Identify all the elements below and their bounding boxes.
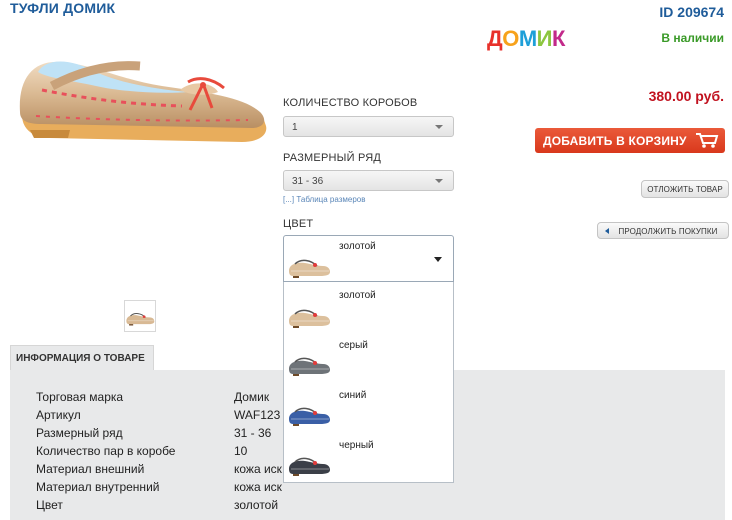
color-option-label: золотой: [339, 290, 376, 301]
info-label: Артикул: [36, 408, 81, 422]
info-row: Артикул WAF123: [36, 408, 280, 422]
info-label: Количество пар в коробе: [36, 444, 176, 458]
info-row: Торговая марка Домик: [36, 390, 269, 404]
postpone-label: ОТЛОЖИТЬ ТОВАР: [647, 185, 723, 194]
cart-icon: [696, 133, 719, 148]
product-price: 380.00 руб.: [648, 88, 724, 104]
tab-product-info[interactable]: ИНФОРМАЦИЯ О ТОВАРЕ: [10, 345, 154, 371]
color-dropdown: золотой серый синий черный: [283, 282, 454, 483]
color-option-gray[interactable]: серый: [284, 332, 453, 382]
color-option-label: черный: [339, 440, 374, 451]
color-select[interactable]: золотой: [283, 235, 454, 282]
color-option-black[interactable]: черный: [284, 432, 453, 482]
info-value: WAF123: [234, 408, 281, 422]
info-value: кожа иск: [234, 480, 282, 494]
info-label: Материал внутренний: [36, 480, 160, 494]
color-value: золотой: [339, 241, 376, 252]
info-row: Цвет золотой: [36, 498, 278, 512]
color-option-blue[interactable]: синий: [284, 382, 453, 432]
sizes-value: 31 - 36: [292, 176, 324, 187]
chevron-down-icon: [435, 179, 443, 183]
info-value: 10: [234, 444, 248, 458]
product-thumbnail[interactable]: [124, 300, 156, 332]
chevron-down-icon: [435, 125, 443, 129]
info-value: Домик: [234, 390, 270, 404]
brand-letter: М: [518, 26, 537, 51]
gray-shoe-icon: [287, 352, 331, 376]
brand-logo: ДОМИК: [487, 26, 565, 52]
boxes-value: 1: [292, 122, 298, 133]
chevron-left-icon: [605, 228, 609, 234]
info-label: Цвет: [36, 498, 63, 512]
info-row: Материал внешний кожа иск: [36, 462, 282, 476]
sizes-label: РАЗМЕРНЫЙ РЯД: [283, 152, 382, 164]
size-table-link[interactable]: [...] Таблица размеров: [283, 195, 366, 204]
info-value: 31 - 36: [234, 426, 272, 440]
info-row: Материал внутренний кожа иск: [36, 480, 282, 494]
product-main-image[interactable]: [12, 20, 272, 170]
boxes-label: КОЛИЧЕСТВО КОРОБОВ: [283, 97, 418, 109]
gold-shoe-icon: [287, 254, 331, 278]
gold-shoe-icon: [287, 304, 331, 328]
availability-status: В наличии: [661, 31, 724, 45]
info-label: Материал внешний: [36, 462, 145, 476]
color-option-label: синий: [339, 390, 367, 401]
color-option-gold[interactable]: золотой: [284, 282, 453, 332]
blue-shoe-icon: [287, 402, 331, 426]
brand-letter: Д: [487, 26, 503, 51]
continue-shopping-label: ПРОДОЛЖИТЬ ПОКУПКИ: [618, 227, 718, 236]
continue-shopping-button[interactable]: ПРОДОЛЖИТЬ ПОКУПКИ: [597, 222, 729, 239]
info-row: Размерный ряд 31 - 36: [36, 426, 271, 440]
info-label: Торговая марка: [36, 390, 124, 404]
brand-letter: К: [551, 26, 565, 51]
add-to-cart-button[interactable]: ДОБАВИТЬ В КОРЗИНУ: [535, 128, 725, 153]
info-row: Количество пар в коробе 10: [36, 444, 247, 458]
product-title: ТУФЛИ ДОМИК: [10, 0, 116, 16]
brand-letter: О: [502, 26, 519, 51]
postpone-button[interactable]: ОТЛОЖИТЬ ТОВАР: [641, 180, 729, 198]
sizes-select[interactable]: 31 - 36: [283, 170, 454, 191]
gold-shoe-icon: [125, 301, 155, 331]
product-id: ID 209674: [659, 4, 724, 20]
info-label: Размерный ряд: [36, 426, 123, 440]
brand-letter: И: [536, 26, 553, 51]
color-label: ЦВЕТ: [283, 218, 314, 230]
chevron-down-icon: [434, 257, 442, 262]
add-to-cart-label: ДОБАВИТЬ В КОРЗИНУ: [543, 134, 687, 148]
color-option-label: серый: [339, 340, 368, 351]
info-value: золотой: [234, 498, 279, 512]
boxes-select[interactable]: 1: [283, 116, 454, 137]
black-shoe-icon: [287, 452, 331, 476]
info-value: кожа иск: [234, 462, 282, 476]
